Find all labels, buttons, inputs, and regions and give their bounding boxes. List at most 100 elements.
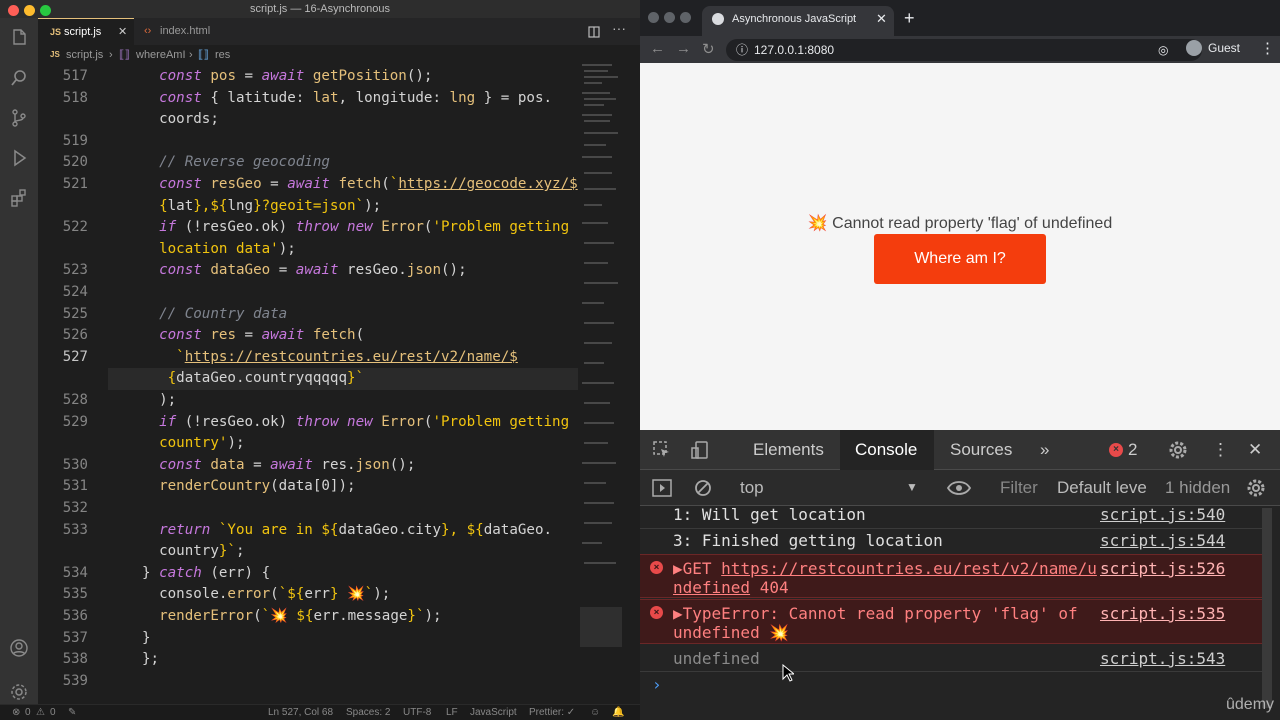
maximize-dot[interactable] (40, 5, 51, 16)
error-count[interactable]: 2 (1128, 430, 1137, 470)
warnings-count[interactable]: 0 (50, 705, 56, 720)
live-share-icon[interactable]: ✎ (68, 705, 76, 720)
minimize-dot[interactable] (664, 12, 675, 23)
code-line: renderError(`💥 ${err.message}`); (159, 608, 442, 624)
code-line: return `You are in ${dataGeo.city}, ${da… (159, 521, 553, 538)
new-tab-icon[interactable]: + (904, 9, 915, 27)
dropdown-arrow-icon[interactable]: ▼ (906, 480, 918, 494)
location-icon[interactable]: ◎ (1158, 39, 1168, 61)
account-icon[interactable] (9, 638, 29, 658)
tab-script-js[interactable]: JS script.js ✕ (38, 18, 134, 45)
prettier-status[interactable]: Prettier: ✓ (529, 705, 575, 720)
filter-input[interactable]: Filter (1000, 478, 1038, 498)
tab-elements[interactable]: Elements (753, 430, 824, 470)
source-link[interactable]: script.js:544 (1100, 531, 1225, 550)
indentation[interactable]: Spaces: 2 (346, 705, 390, 720)
console-scrollbar[interactable] (1262, 508, 1272, 708)
device-toolbar-icon[interactable] (690, 440, 710, 460)
notifications-bell-icon[interactable]: 🔔 (612, 705, 624, 720)
back-icon[interactable]: ← (650, 40, 665, 57)
close-dot[interactable] (8, 5, 19, 16)
eye-icon[interactable] (947, 480, 971, 496)
profile-label[interactable]: Guest (1208, 41, 1240, 55)
status-bar: ⊗ 0 ⚠ 0 ✎ Ln 527, Col 68 Spaces: 2 UTF-8… (0, 704, 640, 720)
close-tab-icon[interactable]: ✕ (118, 19, 127, 46)
code-line: ); (142, 392, 177, 408)
source-link[interactable]: script.js:535 (1100, 604, 1225, 623)
cursor-position[interactable]: Ln 527, Col 68 (268, 705, 333, 720)
problems-count[interactable]: 0 (25, 705, 31, 720)
search-icon[interactable] (9, 68, 29, 88)
info-icon[interactable]: ⓘ (736, 39, 748, 61)
close-devtools-icon[interactable]: ✕ (1248, 430, 1262, 470)
error-badge-icon[interactable]: × (1109, 443, 1123, 457)
settings-gear-icon[interactable] (1168, 440, 1188, 460)
source-link[interactable]: script.js:526 (1100, 559, 1225, 578)
more-tabs-icon[interactable]: » (1040, 430, 1049, 470)
warning-icon[interactable]: ⚠ (36, 705, 45, 720)
log-levels-dropdown[interactable]: Default leve (1057, 478, 1147, 498)
settings-gear-icon[interactable] (9, 682, 29, 702)
line-number: 518 (62, 89, 88, 106)
maximize-dot[interactable] (680, 12, 691, 23)
close-dot[interactable] (648, 12, 659, 23)
line-number: 530 (62, 456, 88, 473)
error-url-continued[interactable]: ndefined (673, 578, 750, 597)
menu-dots-icon[interactable]: ⋮ (1260, 39, 1275, 57)
split-editor-icon[interactable] (588, 26, 600, 38)
source-link[interactable]: script.js:543 (1100, 649, 1225, 668)
error-status: 404 (750, 578, 789, 597)
files-icon[interactable] (9, 28, 29, 48)
line-number: 536 (62, 608, 88, 624)
run-debug-icon[interactable] (9, 148, 29, 168)
breadcrumb-function[interactable]: whereAmI (136, 45, 186, 65)
source-control-icon[interactable] (9, 108, 29, 128)
feedback-icon[interactable]: ☺ (590, 705, 600, 720)
breadcrumb: JS script.js › ⟦⟧ whereAmI › ⟦⟧ res (38, 45, 640, 65)
reload-icon[interactable]: ↻ (702, 40, 715, 58)
browser-tab[interactable]: Asynchronous JavaScript ✕ (702, 6, 894, 36)
error-text[interactable]: ▶TypeError: Cannot read property 'flag' … (673, 604, 1078, 623)
line-number: 517 (62, 68, 88, 84)
code-line: const resGeo = await fetch(`https://geoc… (159, 176, 578, 192)
code-line: country'); (159, 435, 245, 452)
close-tab-icon[interactable]: ✕ (876, 11, 887, 27)
sidebar-toggle-icon[interactable] (652, 479, 672, 497)
code-line: console.error(`${err} 💥`); (142, 586, 391, 603)
source-link[interactable]: script.js:540 (1100, 505, 1225, 524)
activity-bar (0, 18, 38, 720)
code-line: const data = await res.json(); (159, 456, 416, 473)
code-line: {dataGeo.countryqqqqq}` (167, 370, 365, 387)
code-line: if (!resGeo.ok) throw new Error('Problem… (159, 219, 570, 236)
console-settings-icon[interactable] (1246, 478, 1266, 498)
tab-console[interactable]: Console (855, 430, 917, 470)
clear-console-icon[interactable] (693, 478, 713, 498)
forward-icon[interactable]: → (676, 40, 691, 57)
end-of-line[interactable]: LF (446, 705, 458, 720)
tab-label: index.html (160, 25, 211, 37)
url-field[interactable]: ⓘ 127.0.0.1:8080 ◎ (726, 39, 1202, 61)
console-prompt[interactable]: › (640, 675, 1270, 697)
tab-index-html[interactable]: ‹› index.html (134, 18, 234, 45)
tab-sources[interactable]: Sources (950, 430, 1012, 470)
more-options-icon[interactable]: ⋮ (1212, 430, 1229, 470)
breadcrumb-variable[interactable]: res (215, 45, 230, 65)
code-area[interactable]: 517 518 519 520 521 522 523 524 525 526 527 528 529 5… (38, 66, 578, 704)
code-line: location data'); (159, 240, 296, 257)
breadcrumb-file[interactable]: script.js (66, 45, 103, 65)
problems-error-icon[interactable]: ⊗ (12, 705, 20, 720)
inspect-element-icon[interactable] (652, 440, 672, 460)
context-selector[interactable]: top (740, 478, 764, 498)
error-icon: × (650, 561, 663, 574)
code-line: } catch (err) { (142, 564, 271, 581)
minimize-dot[interactable] (24, 5, 35, 16)
error-url[interactable]: https://restcountries.eu/rest/v2/name/u (721, 559, 1097, 578)
profile-avatar-icon[interactable] (1186, 40, 1202, 56)
more-actions-icon[interactable]: ··· (612, 20, 626, 36)
error-prefix[interactable]: ▶GET (673, 559, 721, 578)
extensions-icon[interactable] (9, 188, 29, 208)
language-mode[interactable]: JavaScript (470, 705, 517, 720)
encoding[interactable]: UTF-8 (403, 705, 431, 720)
where-am-i-button[interactable]: Where am I? (874, 234, 1046, 284)
minimap[interactable] (580, 62, 622, 682)
